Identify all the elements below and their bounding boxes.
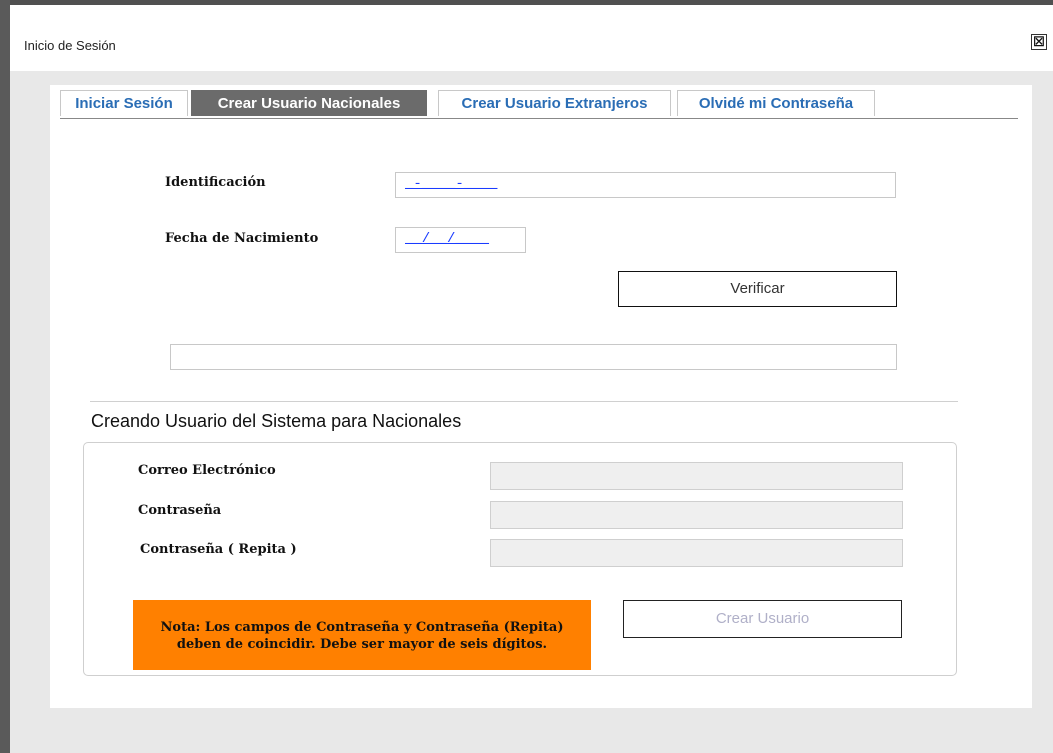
identificacion-label: Identificación xyxy=(165,175,266,190)
fecha-nacimiento-label: Fecha de Nacimiento xyxy=(165,231,319,246)
create-section-title: Creando Usuario del Sistema para Naciona… xyxy=(91,411,462,431)
contrasena-input[interactable] xyxy=(490,501,903,529)
contrasena-repita-input[interactable] xyxy=(490,539,903,567)
note-line-1: Nota: Los campos de Contraseña y Contras… xyxy=(160,620,564,635)
contrasena-repita-label: Contraseña ( Repita ) xyxy=(140,542,297,557)
fecha-nacimiento-input[interactable]: __/__/____ xyxy=(395,227,526,253)
correo-input[interactable] xyxy=(490,462,903,490)
tab-olvide-contrasena[interactable]: Olvidé mi Contraseña xyxy=(677,90,875,116)
identificacion-input[interactable]: _-____-____ xyxy=(395,172,896,198)
section-divider xyxy=(90,401,958,402)
verification-result-field xyxy=(170,344,897,370)
tab-crear-usuario-nacionales[interactable]: Crear Usuario Nacionales xyxy=(191,90,427,116)
dialog-content: Iniciar Sesión Crear Usuario Nacionales … xyxy=(50,85,1032,708)
tab-bar: Iniciar Sesión Crear Usuario Nacionales … xyxy=(60,88,1018,119)
login-dialog: Inicio de Sesión ☒ Iniciar Sesión Crear … xyxy=(10,5,1053,753)
tab-crear-usuario-extranjeros[interactable]: Crear Usuario Extranjeros xyxy=(438,90,671,116)
verificar-button[interactable]: Verificar xyxy=(618,271,897,307)
window-left-border xyxy=(0,0,10,753)
correo-label: Correo Electrónico xyxy=(138,463,276,478)
dialog-title: Inicio de Sesión xyxy=(24,38,116,53)
contrasena-label: Contraseña xyxy=(138,503,222,518)
tab-iniciar-sesion[interactable]: Iniciar Sesión xyxy=(60,90,188,116)
close-icon[interactable]: ☒ xyxy=(1031,34,1047,50)
dialog-titlebar: Inicio de Sesión ☒ xyxy=(10,5,1053,71)
note-line-2: deben de coincidir. Debe ser mayor de se… xyxy=(176,637,548,652)
crear-usuario-button[interactable]: Crear Usuario xyxy=(623,600,902,638)
password-note: Nota: Los campos de Contraseña y Contras… xyxy=(133,600,591,670)
